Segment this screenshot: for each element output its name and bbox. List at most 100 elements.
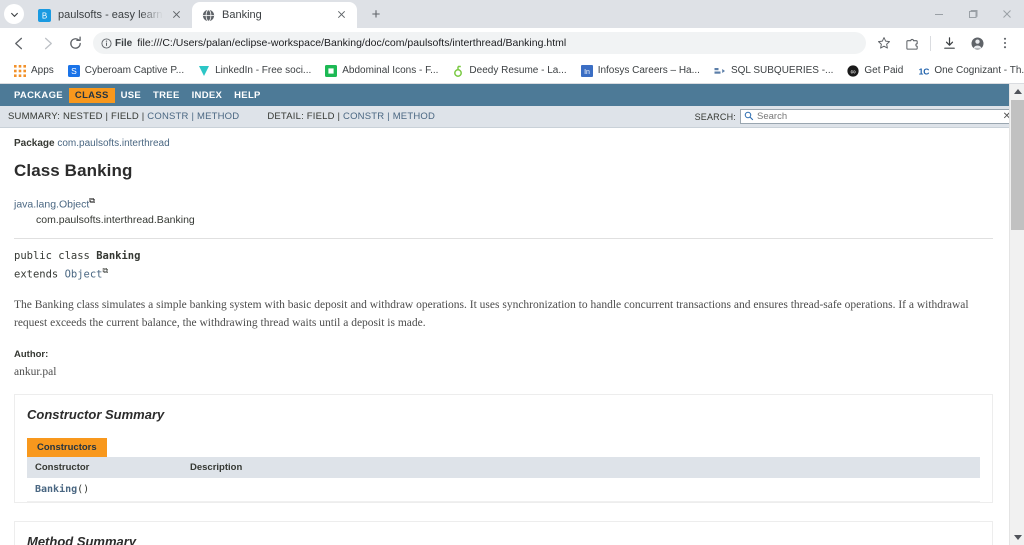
bookmark-label: LinkedIn - Free soci... — [215, 65, 312, 76]
bookmark-label: Infosys Careers – Ha... — [597, 65, 700, 76]
tab-strip: B paulsofts - easy learnings @ on Bankin… — [0, 0, 1024, 28]
browser-tab-paulsofts[interactable]: B paulsofts - easy learnings @ on — [28, 2, 192, 28]
cyberoam-icon: S — [67, 64, 80, 77]
scroll-down-button[interactable] — [1010, 530, 1024, 545]
bookmark-get-paid[interactable]: ∞ Get Paid — [840, 61, 910, 81]
javadoc-search: SEARCH: Search ✕ — [695, 109, 1016, 124]
nav-use[interactable]: USE — [115, 88, 147, 103]
table-header-row: Constructor Description — [27, 457, 980, 479]
signature-superclass-link[interactable]: Object — [65, 268, 103, 280]
nav-help[interactable]: HELP — [228, 88, 267, 103]
divider — [14, 237, 993, 239]
infosys-icon: In — [580, 64, 593, 77]
tab-search-button[interactable] — [0, 0, 28, 28]
bookmark-label: Get Paid — [864, 65, 904, 76]
maximize-button[interactable] — [956, 0, 990, 28]
bookmark-label: Apps — [31, 65, 54, 76]
nav-class[interactable]: CLASS — [68, 87, 115, 103]
globe-favicon — [202, 9, 215, 22]
sql-icon — [714, 65, 726, 77]
bookmark-label: Deedy Resume - La... — [469, 65, 567, 76]
class-signature: public class Banking extends Object⧉ — [0, 249, 1007, 283]
scroll-up-button[interactable] — [1010, 84, 1024, 99]
vertical-scrollbar[interactable] — [1009, 84, 1024, 545]
signature-modifiers: public class — [14, 249, 97, 262]
bookmark-sql-subqueries[interactable]: SQL SUBQUERIES -... — [707, 61, 840, 81]
bookmark-cyberoam[interactable]: S Cyberoam Captive P... — [61, 61, 191, 81]
paulsofts-favicon: B — [38, 8, 51, 22]
nav-index[interactable]: INDEX — [186, 88, 229, 103]
nav-package[interactable]: PACKAGE — [8, 88, 69, 103]
browser-menu-icon[interactable] — [992, 30, 1018, 56]
extensions-icon[interactable] — [899, 30, 925, 56]
info-icon — [101, 37, 112, 49]
constructor-description — [182, 478, 980, 503]
bookmark-abdominal-icons[interactable]: Abdominal Icons - F... — [318, 61, 445, 81]
signature-extends: extends — [14, 268, 65, 281]
close-icon[interactable] — [170, 8, 184, 22]
table-row: Banking() — [27, 478, 980, 503]
downloads-icon[interactable] — [936, 30, 962, 56]
close-icon[interactable] — [335, 8, 349, 22]
package-label: Package — [14, 138, 55, 149]
browser-window: B paulsofts - easy learnings @ on Bankin… — [0, 0, 1024, 545]
page-title: Class Banking — [14, 161, 133, 180]
constructor-link[interactable]: Banking — [35, 484, 77, 495]
superclass-link[interactable]: java.lang.Object — [14, 199, 89, 211]
package-link[interactable]: com.paulsofts.interthread — [57, 138, 169, 149]
tab-constructors[interactable]: Constructors — [27, 437, 107, 458]
method-summary-block: Method Summary All Methods Static Method… — [14, 521, 993, 545]
address-bar-url: file:///C:/Users/palan/eclipse-workspace… — [137, 37, 567, 49]
browser-tab-banking[interactable]: Banking — [192, 2, 357, 28]
svg-text:B: B — [42, 11, 47, 20]
svg-text:In: In — [584, 68, 590, 75]
constructor-args: () — [77, 484, 90, 496]
search-input[interactable]: Search ✕ — [740, 109, 1016, 124]
scrollbar-thumb[interactable] — [1011, 100, 1024, 230]
chevron-up-icon — [1013, 89, 1022, 94]
file-scheme-chip: File — [101, 38, 132, 49]
detail-links[interactable]: CONSTR | METHOD — [343, 111, 435, 122]
search-placeholder: Search — [757, 111, 788, 122]
new-tab-button[interactable]: + — [363, 1, 389, 27]
back-arrow-icon[interactable] — [6, 30, 32, 56]
bookmark-label: SQL SUBQUERIES -... — [730, 65, 834, 76]
forward-arrow-icon[interactable] — [34, 30, 60, 56]
reload-icon[interactable] — [62, 30, 88, 56]
bookmark-label: Cyberoam Captive P... — [84, 65, 185, 76]
current-class-fqn: com.paulsofts.interthread.Banking — [36, 213, 195, 226]
tab-title: paulsofts - easy learnings @ on — [58, 9, 163, 21]
nav-tree[interactable]: TREE — [147, 88, 186, 103]
bookmark-linkedin[interactable]: LinkedIn - Free soci... — [191, 61, 318, 81]
cognizant-icon: 1C — [917, 65, 930, 77]
bookmark-apps[interactable]: Apps — [7, 61, 61, 81]
constructor-summary-title: Constructor Summary — [27, 406, 165, 422]
apps-grid-icon — [14, 64, 26, 77]
browser-toolbar: File file:///C:/Users/palan/eclipse-work… — [0, 28, 1024, 58]
search-label: SEARCH: — [694, 111, 736, 122]
getpaid-icon: ∞ — [847, 64, 859, 77]
chevron-down-icon — [4, 4, 24, 24]
signature-class-name: Banking — [96, 249, 141, 262]
bookmark-deedy-resume[interactable]: Deedy Resume - La... — [445, 61, 573, 81]
profile-icon[interactable] — [964, 30, 990, 56]
svg-text:∞: ∞ — [851, 66, 856, 75]
bookmark-one-cognizant[interactable]: 1C One Cognizant - Th... — [910, 61, 1024, 81]
close-button[interactable] — [990, 0, 1024, 28]
bookmark-label: Abdominal Icons - F... — [342, 65, 439, 76]
scheme-label: File — [115, 37, 133, 49]
summary-group: SUMMARY: NESTED | FIELD | CONSTR | METHO… — [8, 111, 239, 122]
javadoc-content: Package com.paulsofts.interthread Class … — [0, 128, 1007, 545]
th-constructor: Constructor — [27, 457, 182, 479]
author-label: Author: — [14, 348, 49, 360]
javadoc-page: PACKAGE CLASS USE TREE INDEX HELP SUMMAR… — [0, 84, 1024, 545]
bookmark-star-icon[interactable] — [873, 32, 895, 54]
summary-links[interactable]: CONSTR | METHOD — [147, 111, 239, 122]
chevron-down-icon — [1013, 535, 1022, 540]
address-bar[interactable]: File file:///C:/Users/palan/eclipse-work… — [93, 32, 866, 54]
minimize-button[interactable] — [922, 0, 956, 28]
bookmark-infosys[interactable]: In Infosys Careers – Ha... — [574, 61, 707, 81]
class-header: Package com.paulsofts.interthread Class … — [0, 128, 1007, 228]
class-description: The Banking class simulates a simple ban… — [14, 298, 969, 329]
th-description: Description — [182, 457, 980, 479]
